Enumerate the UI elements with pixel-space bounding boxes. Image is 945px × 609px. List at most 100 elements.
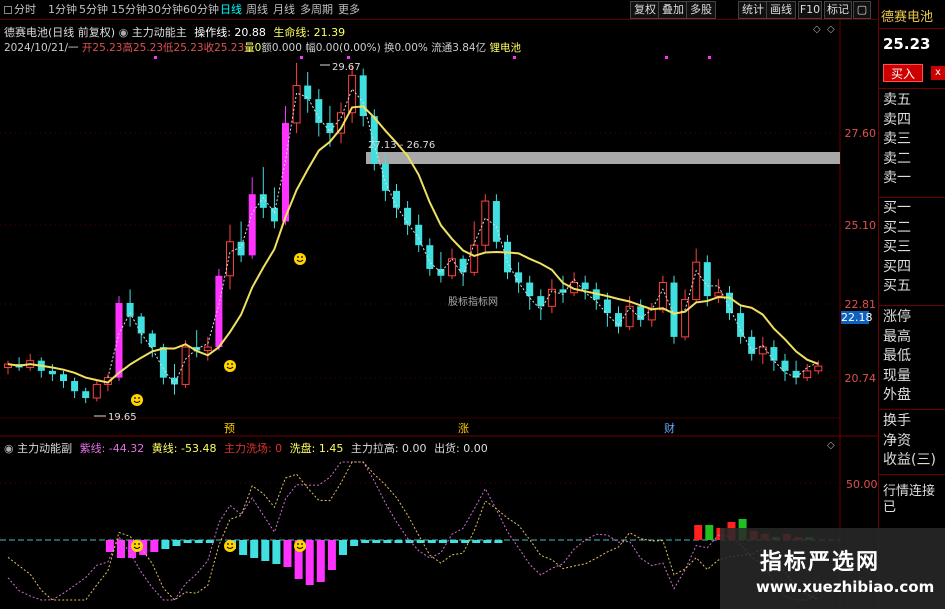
candle[interactable] [237, 221, 245, 263]
candle[interactable] [282, 105, 289, 225]
candle[interactable] [15, 357, 23, 371]
buy-signal-smiley-icon [224, 540, 236, 552]
diamond-icon[interactable]: ◇ [827, 440, 835, 451]
quote-stat: 现量 [883, 367, 911, 384]
candle[interactable] [37, 357, 45, 378]
candle[interactable] [748, 330, 756, 361]
candle[interactable] [404, 201, 412, 235]
quote-stat: 最高 [883, 328, 911, 345]
candle[interactable] [92, 381, 101, 402]
histogram-bar [705, 525, 714, 540]
candle[interactable] [60, 370, 67, 388]
close-icon[interactable]: x [931, 66, 945, 80]
candle[interactable] [681, 289, 690, 341]
diamond-icon[interactable]: ◇ [827, 24, 835, 35]
candle[interactable] [781, 353, 789, 382]
histogram-bar [339, 540, 347, 555]
event-mark-rise[interactable]: 涨 [458, 422, 469, 435]
candle[interactable] [82, 387, 90, 404]
smiley-eye [301, 543, 303, 545]
quote-stat: 外盘 [883, 387, 911, 403]
candle[interactable] [647, 302, 656, 327]
histogram-bar [305, 540, 314, 585]
histogram-bar [694, 525, 703, 540]
candle[interactable] [126, 289, 134, 327]
candle[interactable] [603, 292, 611, 327]
diamond-icon[interactable]: ◇ [813, 24, 821, 35]
candle[interactable] [581, 275, 589, 300]
signal-marker [347, 56, 350, 59]
candle[interactable] [792, 360, 800, 385]
watermark-cn: 指标严选网 [760, 550, 881, 575]
candle[interactable] [504, 235, 511, 280]
order-book-level: 卖五 [883, 92, 911, 108]
histogram-bar [239, 540, 248, 555]
smiley-eye [134, 543, 136, 545]
histogram-bar [183, 540, 192, 543]
candle[interactable] [171, 364, 178, 395]
candle[interactable] [670, 275, 678, 344]
candle[interactable] [437, 251, 445, 283]
candle[interactable] [570, 272, 579, 297]
price-chart[interactable]: 29.67 19.65 27.13 - 26.76 股标指标网 预 涨 财 50… [0, 0, 878, 609]
candle[interactable] [515, 262, 523, 293]
candle[interactable] [26, 353, 35, 371]
candle[interactable] [726, 285, 733, 320]
candle[interactable] [226, 224, 234, 290]
candle[interactable] [259, 167, 267, 219]
price-tick: 27.60 [844, 127, 877, 140]
candle[interactable] [692, 248, 701, 303]
candle[interactable] [248, 177, 256, 259]
candle[interactable] [359, 68, 367, 127]
histogram-bar [327, 540, 336, 570]
histogram-bar [438, 540, 447, 543]
order-book-level: 卖四 [883, 111, 911, 128]
candle[interactable] [592, 282, 600, 310]
candle[interactable] [71, 377, 79, 399]
candle[interactable] [770, 340, 778, 371]
low-annotation: 19.65 [108, 412, 137, 423]
high-annotation: 29.67 [332, 62, 361, 73]
candle[interactable] [615, 306, 622, 334]
candle[interactable] [181, 340, 190, 388]
candle[interactable] [115, 296, 123, 382]
order-book-level: 卖二 [883, 150, 911, 167]
histogram-bar [472, 540, 481, 543]
candle[interactable] [415, 214, 423, 252]
candle[interactable] [492, 194, 500, 249]
candle[interactable] [137, 313, 145, 344]
buy-button[interactable]: 买入 [883, 64, 923, 82]
event-mark-forecast[interactable]: 预 [224, 422, 235, 435]
resistance-zone [366, 152, 840, 164]
histogram-bar [361, 540, 370, 543]
order-book-level: 买一 [883, 200, 911, 216]
event-mark-finance[interactable]: 财 [664, 421, 675, 435]
candle[interactable] [270, 187, 278, 229]
indicator-dot-icon[interactable]: ◉ [4, 442, 17, 455]
stock-name: 德赛电池 [881, 10, 934, 25]
smiley-eye [227, 363, 229, 365]
quote-stat: 换手 [883, 413, 911, 429]
candle[interactable] [304, 71, 312, 113]
candle[interactable] [215, 268, 223, 351]
order-book-level: 卖一 [883, 170, 911, 186]
candle[interactable] [526, 275, 534, 310]
candle[interactable] [4, 360, 12, 375]
candle[interactable] [203, 336, 212, 361]
histogram-bar [416, 540, 425, 543]
candle[interactable] [547, 279, 556, 314]
candle[interactable] [292, 62, 301, 134]
candle[interactable] [737, 306, 745, 344]
signal-marker [513, 56, 516, 59]
candle[interactable] [758, 336, 767, 365]
candle[interactable] [193, 330, 201, 358]
candle[interactable] [459, 255, 467, 286]
quote-panel: 德赛电池 25.23 买入 x 卖五 卖四 卖三 卖二 卖一 买一 买二 买三 买四 买五 涨停最… [878, 0, 945, 609]
candle[interactable] [703, 255, 711, 307]
smiley-eye [134, 397, 136, 399]
smiley-eye [138, 543, 140, 545]
candle[interactable] [315, 88, 323, 137]
candle[interactable] [448, 248, 456, 280]
candle[interactable] [470, 221, 479, 276]
quote-stat: 最低 [883, 348, 911, 364]
